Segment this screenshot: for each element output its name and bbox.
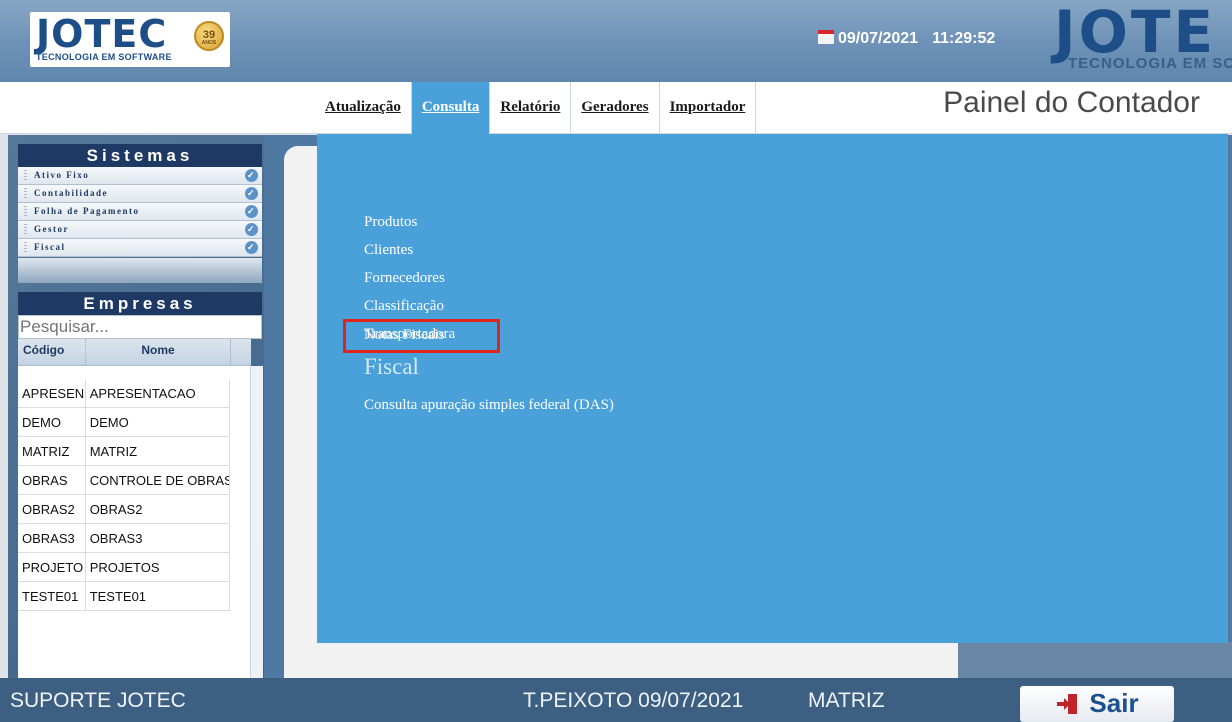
calendar-icon: [818, 30, 834, 44]
sistema-item-gestor[interactable]: Gestor ✓: [18, 221, 262, 239]
consulta-dropdown-menu: Produtos Clientes Fornecedores Classific…: [317, 134, 1228, 643]
cell-nome: DEMO: [89, 415, 129, 430]
brand-logo-right-subtitle: TECNOLOGIA EM SOFT: [1068, 55, 1232, 72]
sistemas-decoration: [18, 258, 262, 283]
sistema-item-label: Contabilidade: [34, 188, 109, 198]
empresas-title: Empresas: [18, 292, 262, 315]
cell-codigo: MATRIZ: [18, 437, 86, 465]
header-date: 09/07/2021: [838, 30, 919, 47]
main-menu: Atualização Consulta Relatório Geradores…: [315, 82, 757, 134]
cell-codigo: OBRAS3: [18, 524, 86, 552]
table-row[interactable]: APRESEN APRESENTACAO: [18, 379, 230, 408]
sidebar: Sistemas Ativo Fixo ✓ Contabilidade ✓ Folh…: [8, 135, 264, 678]
table-row[interactable]: MATRIZ MATRIZ: [18, 437, 230, 466]
table-row[interactable]: DEMO DEMO: [18, 408, 230, 437]
menu-relatorio[interactable]: Relatório: [489, 82, 570, 134]
sistema-item-fiscal[interactable]: Fiscal ✓: [18, 239, 262, 257]
cell-nome: TESTE01: [89, 589, 147, 604]
page-title: Painel do Contador: [943, 86, 1200, 119]
header-time: 11:29:52: [932, 30, 996, 47]
brand-logo-right: JOTE: [1054, 0, 1217, 66]
sistema-item-folha-de-pagamento[interactable]: Folha de Pagamento ✓: [18, 203, 262, 221]
check-icon: ✓: [245, 205, 258, 218]
menu-bar: Atualização Consulta Relatório Geradores…: [0, 82, 1232, 134]
logo-subtitle: TECNOLOGIA EM SOFTWARE: [36, 52, 172, 62]
menu-consulta[interactable]: Consulta: [410, 82, 490, 134]
empresas-table: Código Nome APRESEN APRESENTACAO DEMO DEMO…: [18, 339, 251, 678]
table-row[interactable]: OBRAS CONTROLE DE OBRAS: [18, 466, 230, 495]
menu-geradores[interactable]: Geradores: [570, 82, 658, 134]
exit-icon: [1057, 694, 1078, 714]
check-icon: ✓: [245, 223, 258, 236]
sistema-item-label: Folha de Pagamento: [34, 206, 140, 216]
background-block: [958, 642, 1232, 678]
highlight-box: [343, 319, 500, 353]
table-header: Código Nome: [18, 339, 251, 366]
sistema-item-label: Fiscal: [34, 242, 66, 252]
header-datetime: 09/07/2021 11:29:52: [818, 30, 995, 48]
empresa-search-input[interactable]: [18, 315, 262, 339]
cell-nome: MATRIZ: [89, 444, 138, 459]
cell-codigo: OBRAS2: [18, 495, 86, 523]
footer-user-date: T.PEIXOTO 09/07/2021: [523, 689, 744, 712]
dropdown-item-classificacao[interactable]: Classificação: [364, 298, 444, 315]
dropdown-item-consulta-das[interactable]: Consulta apuração simples federal (DAS): [364, 397, 614, 414]
seal-sub: ANOS: [201, 40, 217, 46]
cell-codigo: PROJETO: [18, 553, 86, 581]
status-footer: SUPORTE JOTEC T.PEIXOTO 09/07/2021 MATRI…: [0, 678, 1232, 722]
table-row[interactable]: TESTE01 TESTE01: [18, 582, 230, 611]
exit-button[interactable]: Sair: [1020, 686, 1174, 722]
dropdown-item-clientes[interactable]: Clientes: [364, 242, 413, 259]
table-row[interactable]: OBRAS2 OBRAS2: [18, 495, 230, 524]
dropdown-item-produtos[interactable]: Produtos: [364, 214, 417, 231]
jotec-logo: JOTEC TECNOLOGIA EM SOFTWARE 39 ANOS: [30, 12, 230, 67]
sistema-item-label: Ativo Fixo: [34, 170, 90, 180]
cell-codigo: TESTE01: [18, 582, 86, 610]
cell-codigo: DEMO: [18, 408, 86, 436]
check-icon: ✓: [245, 187, 258, 200]
table-scrollbar[interactable]: [250, 366, 263, 678]
sistema-item-contabilidade[interactable]: Contabilidade ✓: [18, 185, 262, 203]
sistemas-title: Sistemas: [18, 144, 262, 167]
app-header: JOTEC TECNOLOGIA EM SOFTWARE 39 ANOS 09/…: [0, 0, 1232, 82]
cell-nome: PROJETOS: [89, 560, 160, 575]
menu-atualizacao[interactable]: Atualização: [315, 82, 411, 134]
table-spacer: [18, 366, 251, 379]
exit-button-label: Sair: [1089, 688, 1139, 718]
footer-support: SUPORTE JOTEC: [10, 689, 186, 712]
dropdown-item-fornecedores[interactable]: Fornecedores: [364, 270, 445, 287]
anniversary-seal-icon: 39 ANOS: [194, 21, 224, 51]
cell-codigo: APRESEN: [18, 379, 86, 407]
cell-nome: CONTROLE DE OBRAS: [89, 473, 229, 488]
cell-nome: OBRAS2: [89, 502, 143, 517]
column-header-codigo[interactable]: Código: [18, 339, 86, 365]
sistema-item-ativo-fixo[interactable]: Ativo Fixo ✓: [18, 167, 262, 185]
menu-importador[interactable]: Importador: [658, 82, 756, 134]
table-row[interactable]: PROJETO PROJETOS: [18, 553, 230, 582]
dropdown-section-fiscal: Fiscal: [364, 354, 419, 379]
footer-company: MATRIZ: [808, 689, 885, 712]
table-row[interactable]: OBRAS3 OBRAS3: [18, 524, 230, 553]
column-header-spacer: [230, 339, 251, 365]
cell-nome: OBRAS3: [89, 531, 143, 546]
sistemas-list: Ativo Fixo ✓ Contabilidade ✓ Folha de Paga…: [18, 167, 262, 257]
cell-codigo: OBRAS: [18, 466, 86, 494]
logo-text: JOTEC: [36, 12, 168, 56]
check-icon: ✓: [245, 169, 258, 182]
cell-nome: APRESENTACAO: [89, 386, 196, 401]
sistema-item-label: Gestor: [34, 224, 69, 234]
column-header-nome[interactable]: Nome: [86, 339, 230, 365]
check-icon: ✓: [245, 241, 258, 254]
